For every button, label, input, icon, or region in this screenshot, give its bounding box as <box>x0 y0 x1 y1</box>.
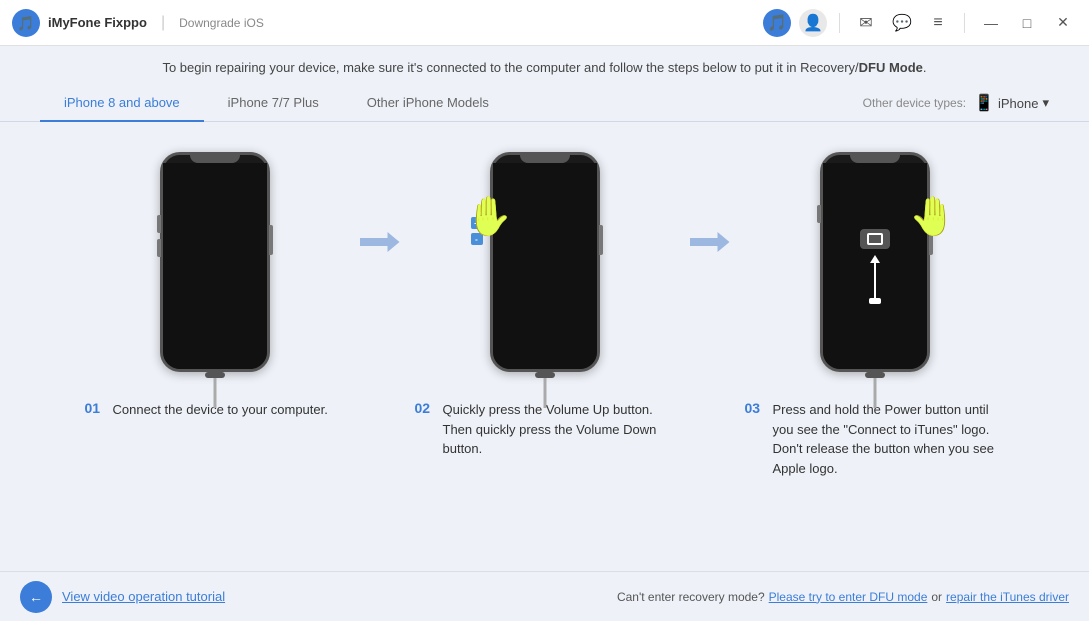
notice-bar: To begin repairing your device, make sur… <box>0 46 1089 85</box>
step-3-block: 🤚 03 Press and hold the Power button unt… <box>735 142 1015 478</box>
hand-icon-2: 🤚 <box>465 195 512 239</box>
usb-connector-icon <box>869 298 881 304</box>
step-3-phone: 🤚 <box>820 152 930 372</box>
other-device-label: Other device types: <box>863 96 966 110</box>
tutorial-link[interactable]: View video operation tutorial <box>62 589 225 604</box>
back-arrow-icon: ← <box>29 589 43 605</box>
step-2-phone: + - 🤚 <box>490 152 600 372</box>
phone-screen-1 <box>163 163 267 369</box>
arrow-1 <box>355 232 405 252</box>
dropdown-chevron-icon: ▾ <box>1042 95 1049 111</box>
bottom-bar: ← View video operation tutorial Can't en… <box>0 571 1089 621</box>
step-3-illustration: 🤚 <box>785 142 965 382</box>
phone-notch-1 <box>190 155 240 163</box>
itunes-logo <box>860 229 890 249</box>
title-divider: | <box>161 14 165 32</box>
step-3-desc: Press and hold the Power button until yo… <box>773 400 1005 478</box>
step-1-block: 01 Connect the device to your computer. <box>75 142 355 420</box>
notification-icon[interactable]: 🎵 <box>763 9 791 37</box>
step-1-illustration <box>125 142 305 382</box>
back-button[interactable]: ← <box>20 581 52 613</box>
other-device-types: Other device types: 📱 iPhone ▾ <box>863 93 1049 113</box>
phone-btn-right-1 <box>269 225 273 255</box>
phone-btn-left2-1 <box>157 239 161 257</box>
chat-icon[interactable]: 💬 <box>888 9 916 37</box>
phone-screen-3 <box>823 163 927 369</box>
screen-icon <box>867 233 883 245</box>
title-bar-right: 🎵 👤 ✉ 💬 ≡ — □ ✕ <box>763 9 1077 37</box>
title-bar-left: 🎵 iMyFone Fixppo | Downgrade iOS <box>12 9 763 37</box>
usb-line-icon <box>874 263 876 298</box>
arrow-shape-2 <box>690 232 730 252</box>
selected-device: iPhone <box>998 96 1038 111</box>
cable-down-1 <box>213 378 216 408</box>
phone-btn-left-1 <box>157 215 161 233</box>
hand-icon-3: 🤚 <box>909 195 956 239</box>
close-button[interactable]: ✕ <box>1049 9 1077 37</box>
mail-icon[interactable]: ✉ <box>852 9 880 37</box>
step-3-num: 03 <box>745 400 767 416</box>
tab-iphone7[interactable]: iPhone 7/7 Plus <box>204 85 343 122</box>
arrow-shape-1 <box>360 232 400 252</box>
tab-iphone8-above[interactable]: iPhone 8 and above <box>40 85 204 122</box>
steps-row: 01 Connect the device to your computer. <box>40 142 1049 478</box>
app-logo-icon: 🎵 <box>12 9 40 37</box>
dfu-mode-link[interactable]: Please try to enter DFU mode <box>769 590 928 604</box>
usb-cable-icon <box>869 255 881 304</box>
steps-area: 01 Connect the device to your computer. <box>0 122 1089 571</box>
usb-arrow-icon <box>870 255 880 263</box>
phone-screen-2 <box>493 163 597 369</box>
tabs-container: iPhone 8 and above iPhone 7/7 Plus Other… <box>0 85 1089 122</box>
title-bar: 🎵 iMyFone Fixppo | Downgrade iOS 🎵 👤 ✉ 💬… <box>0 0 1089 46</box>
step-1-phone <box>160 152 270 372</box>
app-name: iMyFone Fixppo <box>48 15 147 30</box>
menu-icon[interactable]: ≡ <box>924 9 952 37</box>
maximize-button[interactable]: □ <box>1013 9 1041 37</box>
tab-other-iphone[interactable]: Other iPhone Models <box>343 85 513 122</box>
cant-enter-text: Can't enter recovery mode? <box>617 590 765 604</box>
step-3-text: 03 Press and hold the Power button until… <box>745 400 1005 478</box>
repair-itunes-link[interactable]: repair the iTunes driver <box>946 590 1069 604</box>
device-dropdown[interactable]: 📱 iPhone ▾ <box>974 93 1049 113</box>
svg-text:🎵: 🎵 <box>17 15 34 31</box>
or-text: or <box>931 590 942 604</box>
step-2-desc: Quickly press the Volume Up button. Then… <box>443 400 675 459</box>
step-2-num: 02 <box>415 400 437 416</box>
minimize-button[interactable]: — <box>977 9 1005 37</box>
arrow-2 <box>685 232 735 252</box>
cable-down-3 <box>873 378 876 408</box>
step-1-desc: Connect the device to your computer. <box>113 400 328 420</box>
profile-icon[interactable]: 👤 <box>799 9 827 37</box>
step-2-text: 02 Quickly press the Volume Up button. T… <box>415 400 675 459</box>
cable-down-2 <box>543 378 546 408</box>
main-content: To begin repairing your device, make sur… <box>0 46 1089 571</box>
notice-text: To begin repairing your device, make sur… <box>162 60 926 75</box>
step-1-num: 01 <box>85 400 107 416</box>
phone-btn-right-2 <box>599 225 603 255</box>
phone-notch-3 <box>850 155 900 163</box>
itunes-screen <box>823 163 927 369</box>
phone-notch-2 <box>520 155 570 163</box>
phone-btn-left-3 <box>817 205 821 223</box>
bottom-right: Can't enter recovery mode? Please try to… <box>617 590 1069 604</box>
breadcrumb: Downgrade iOS <box>179 16 264 30</box>
step-2-block: + - 🤚 02 Quickly press the Volume Up but… <box>405 142 685 459</box>
phone-icon: 📱 <box>974 93 994 113</box>
step-2-illustration: + - 🤚 <box>455 142 635 382</box>
